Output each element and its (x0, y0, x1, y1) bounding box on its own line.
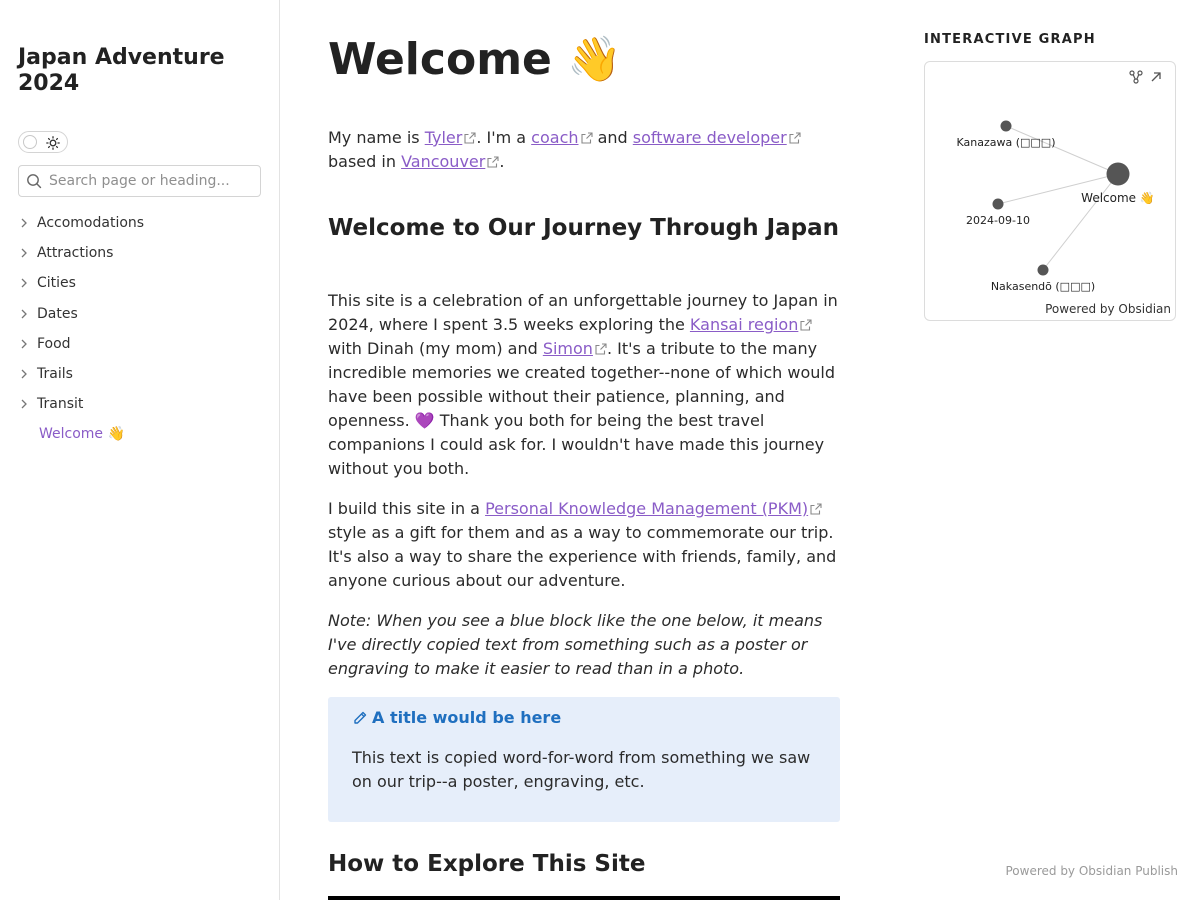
search-input[interactable] (49, 168, 254, 194)
toggle-knob (23, 135, 37, 149)
sidebar-item-attractions[interactable]: Attractions (18, 238, 263, 268)
graph-label-welcome: Welcome 👋 (1081, 191, 1155, 205)
text: with Dinah (my mom) and (328, 339, 543, 358)
link-simon[interactable]: Simon (543, 339, 593, 358)
sidebar-item-label: Transit (37, 396, 84, 413)
graph-node-welcome[interactable] (1106, 162, 1130, 186)
chevron-right-icon (21, 369, 27, 379)
external-link-icon (800, 319, 812, 331)
external-link-icon (810, 503, 822, 515)
external-link-icon (580, 132, 593, 144)
search-icon (26, 173, 42, 189)
graph-heading: INTERACTIVE GRAPH (924, 32, 1096, 47)
text: . I'm a (476, 128, 532, 147)
sun-icon (46, 135, 60, 150)
callout-body: This text is copied word-for-word from s… (352, 748, 811, 791)
graph-node-kanazawa[interactable] (1000, 120, 1012, 132)
theme-toggle[interactable] (18, 131, 68, 153)
graph-node-nakasendo[interactable] (1037, 264, 1049, 276)
sidebar-item-cities[interactable]: Cities (18, 268, 263, 298)
pencil-icon (354, 711, 367, 724)
chevron-right-icon (21, 218, 27, 228)
text: . (499, 152, 505, 171)
callout-title: A title would be here (352, 708, 561, 727)
search-box[interactable] (18, 165, 261, 197)
interactive-graph[interactable]: Kanazawa (□□□) 2024-09-10 Welcome 👋 Naka… (924, 61, 1176, 321)
external-link-icon (595, 343, 607, 355)
text: I build this site in a (328, 499, 486, 518)
sidebar-item-welcome[interactable]: Welcome 👋 (18, 419, 263, 449)
sidebar-item-label: Dates (37, 305, 78, 322)
external-link-icon (789, 132, 801, 144)
chevron-right-icon (21, 309, 27, 319)
callout-block: A title would be here This text is copie… (328, 697, 840, 822)
sidebar-nav: Accomodations Attractions Cities Dates F… (18, 208, 263, 450)
sidebar-item-transit[interactable]: Transit (18, 389, 263, 419)
link-tyler[interactable]: Tyler (425, 128, 463, 147)
footer-powered-by[interactable]: Powered by Obsidian Publish (1005, 864, 1178, 878)
page-title: Welcome 👋 (328, 34, 622, 85)
text: based in (328, 152, 402, 171)
sidebar-item-label: Cities (37, 275, 76, 292)
link-pkm[interactable]: Personal Knowledge Management (PKM) (485, 499, 808, 518)
section-heading-journey: Welcome to Our Journey Through Japan (328, 215, 840, 241)
external-link-icon (487, 156, 499, 168)
journey-paragraph: This site is a celebration of an unforge… (328, 289, 840, 481)
sidebar-item-label: Food (37, 335, 71, 352)
link-vancouver[interactable]: Vancouver (401, 152, 485, 171)
graph-powered-by[interactable]: Powered by Obsidian (1045, 302, 1171, 316)
text: . It's a tribute to the many incredible … (328, 339, 835, 478)
site-title[interactable]: Japan Adventure 2024 (18, 45, 258, 97)
sidebar-item-accomodations[interactable]: Accomodations (18, 208, 263, 238)
section-heading-explore: How to Explore This Site (328, 851, 646, 877)
graph-label-date: 2024-09-10 (966, 214, 1030, 227)
chevron-right-icon (21, 279, 27, 288)
text: style as a gift for them and as a way to… (328, 523, 837, 590)
sidebar: Japan Adventure 2024 Search page or head… (0, 0, 280, 900)
sidebar-item-label: Attractions (37, 245, 114, 262)
link-software-developer[interactable]: software developer (633, 128, 787, 147)
graph-canvas[interactable]: Kanazawa (□□□) 2024-09-10 Welcome 👋 Naka… (925, 62, 1175, 320)
chevron-right-icon (21, 399, 27, 409)
text: and (592, 128, 633, 147)
chevron-right-icon (21, 248, 27, 258)
intro-paragraph: My name is Tyler . I'm a coach and softwa… (328, 126, 840, 174)
chevron-right-icon (21, 339, 27, 349)
text: My name is (328, 128, 425, 147)
external-link-icon (464, 132, 476, 144)
sidebar-item-food[interactable]: Food (18, 329, 263, 359)
sidebar-item-label: Trails (37, 366, 73, 383)
link-coach[interactable]: coach (531, 128, 578, 147)
sidebar-item-trails[interactable]: Trails (18, 359, 263, 389)
graph-node-date[interactable] (992, 198, 1004, 210)
sidebar-item-label: Welcome 👋 (39, 426, 125, 443)
embedded-media[interactable] (328, 896, 840, 900)
link-kansai-region[interactable]: Kansai region (690, 315, 798, 334)
sidebar-item-label: Accomodations (37, 215, 145, 232)
graph-label-kanazawa: Kanazawa (□□□) (957, 136, 1056, 149)
callout-title-text: A title would be here (372, 708, 562, 727)
note-paragraph: Note: When you see a blue block like the… (328, 611, 823, 678)
graph-label-nakasendo: Nakasendō (□□□) (991, 280, 1095, 293)
sidebar-item-dates[interactable]: Dates (18, 299, 263, 329)
pkm-paragraph: I build this site in a Personal Knowledg… (328, 497, 840, 593)
